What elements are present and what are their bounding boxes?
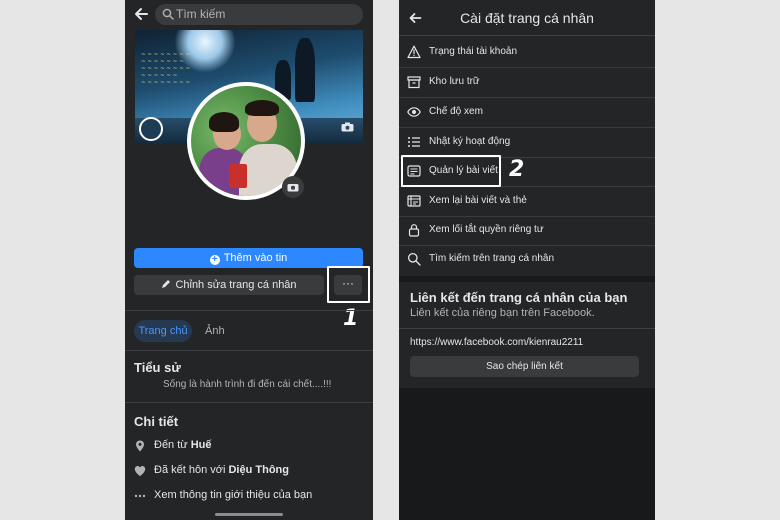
avatar-gift-bag [229, 164, 247, 188]
camera-icon [287, 184, 299, 192]
menu-activity-log[interactable]: Nhật ký hoạt động [399, 128, 655, 158]
search-placeholder: Tìm kiếm [176, 7, 226, 21]
home-indicator [215, 513, 283, 516]
profile-screen: Tìm kiếm ~ ~ ~ ~ ~ ~ ~ ~ ~ ~ ~ ~ ~ ~ ~ ~ ~… [125, 0, 373, 520]
eye-icon [407, 107, 421, 117]
avatar-person-woman-hair [209, 112, 239, 132]
menu-label: Xem lối tắt quyền riêng tư [429, 224, 544, 235]
relationship-value: Diệu Thông [228, 464, 289, 476]
menu-account-status[interactable]: Trạng thái tài khoản [399, 38, 655, 68]
menu-label: Nhật ký hoạt động [429, 136, 511, 147]
menu-label: Kho lưu trữ [429, 76, 480, 87]
settings-title: Cài đặt trang cá nhân [460, 10, 594, 26]
lock-icon [408, 224, 420, 237]
tabs-top-divider [125, 310, 373, 311]
hometown-value: Huế [190, 439, 212, 451]
hometown-prefix: Đến từ [154, 439, 191, 451]
profile-link-url[interactable]: https://www.facebook.com/kienrau2211 [410, 337, 583, 348]
menu-search-profile[interactable]: Tìm kiếm trên trang cá nhân [399, 245, 655, 274]
search-input[interactable]: Tìm kiếm [155, 4, 363, 25]
add-story-button[interactable]: + Thêm vào tin [134, 248, 363, 268]
profile-link-subtitle: Liên kết của riêng bạn trên Facebook. [410, 307, 595, 319]
tab-home[interactable]: Trang chủ [134, 320, 192, 342]
add-story-label: Thêm vào tin [223, 252, 288, 264]
plus-icon: + [209, 255, 220, 265]
bio-heading: Tiểu sử [134, 360, 181, 375]
menu-privacy-shortcuts[interactable]: Xem lối tắt quyền riêng tư [399, 216, 655, 246]
ellipsis-icon [134, 494, 146, 498]
search-icon [407, 252, 421, 266]
menu-review-posts-tags[interactable]: Xem lại bài viết và thẻ [399, 187, 655, 217]
location-pin-icon [136, 440, 144, 452]
back-arrow-icon[interactable] [133, 6, 149, 22]
edit-profile-button[interactable]: Chỉnh sửa trang cá nhân [134, 275, 324, 295]
top-bar: Tìm kiếm [125, 0, 373, 30]
details-heading: Chi tiết [134, 414, 179, 429]
pencil-icon [162, 280, 171, 288]
profile-link-title: Liên kết đến trang cá nhân của bạn [410, 290, 628, 305]
cover-camera-icon[interactable] [341, 122, 354, 132]
menu-view-as[interactable]: Chế độ xem [399, 98, 655, 128]
menu-label: Xem lại bài viết và thẻ [429, 195, 527, 206]
search-icon [162, 8, 174, 20]
highlight-manage-posts [401, 155, 501, 187]
link-divider [399, 328, 655, 329]
cover-figure-man [295, 38, 315, 102]
archive-icon [407, 76, 421, 89]
step-number-2: 2 [509, 157, 525, 182]
tab-photos[interactable]: Ảnh [205, 325, 225, 337]
menu-label: Tìm kiếm trên trang cá nhân [429, 253, 555, 264]
menu-archive[interactable]: Kho lưu trữ [399, 68, 655, 98]
menu-label: Chế độ xem [429, 106, 483, 117]
section-divider [399, 276, 655, 282]
bio-text: Sống là hành trình đi đến cái chết....!!… [163, 379, 332, 390]
avatar-camera-button[interactable] [282, 176, 304, 198]
warning-icon [407, 45, 421, 59]
review-posts-icon [407, 195, 421, 207]
empty-area [399, 388, 655, 520]
see-about-label: Xem thông tin giới thiệu của bạn [154, 489, 313, 501]
menu-label: Trạng thái tài khoản [429, 46, 518, 57]
highlight-more-button [327, 266, 370, 303]
cover-badge-icon [139, 117, 163, 141]
heart-icon [134, 466, 146, 476]
bio-divider [125, 402, 373, 403]
back-arrow-icon[interactable] [408, 11, 422, 25]
activity-log-icon [408, 137, 420, 147]
relationship-prefix: Đã kết hôn với [154, 464, 229, 476]
copy-link-button[interactable]: Sao chép liên kết [410, 356, 639, 377]
profile-settings-screen: Cài đặt trang cá nhân Trạng thái tài kho… [399, 0, 655, 520]
avatar-person-man-hair [245, 100, 279, 116]
settings-header: Cài đặt trang cá nhân [399, 0, 655, 36]
edit-profile-label: Chỉnh sửa trang cá nhân [175, 279, 297, 291]
cover-poem-art: ~ ~ ~ ~ ~ ~ ~ ~ ~ ~ ~ ~ ~ ~ ~ ~ ~ ~ ~ ~ ~ … [141, 52, 191, 86]
tabs-bottom-divider [125, 350, 373, 351]
